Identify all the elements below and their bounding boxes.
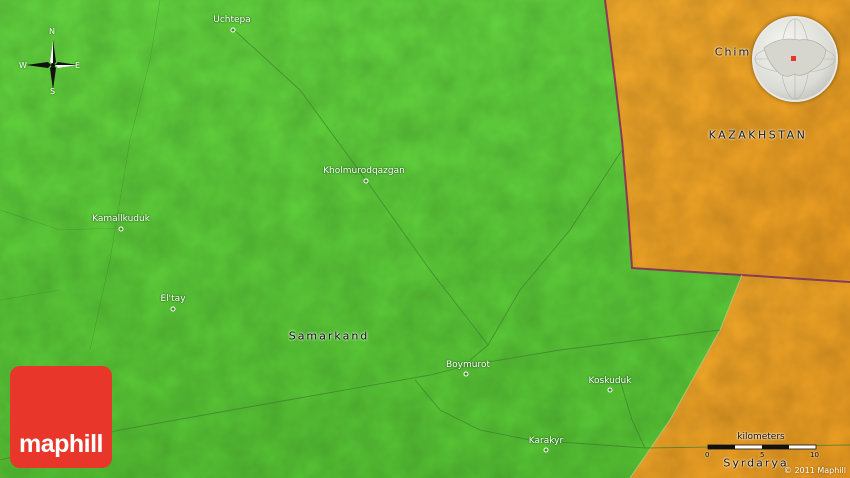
region-label-samarkand[interactable]: Samarkand xyxy=(289,330,370,343)
place-marker xyxy=(607,387,613,393)
place-marker xyxy=(543,447,549,453)
compass-north: N xyxy=(49,27,55,36)
maphill-logo[interactable]: maphill xyxy=(10,366,112,468)
place-label-boymurot[interactable]: Boymurot xyxy=(446,360,490,370)
place-label-kholmurodqazgan[interactable]: Kholmurodqazgan xyxy=(323,166,405,176)
compass-west: W xyxy=(19,61,27,70)
scale-bar: kilometers 0 5 10 xyxy=(705,432,823,460)
scale-tick-10: 10 xyxy=(810,451,819,459)
place-marker xyxy=(363,178,369,184)
place-marker xyxy=(463,371,469,377)
globe-locator-icon[interactable] xyxy=(752,16,838,102)
compass-rose-icon: N S E W xyxy=(18,27,88,100)
country-label-kazakhstan[interactable]: KAZAKHSTAN xyxy=(709,129,808,142)
compass-south: S xyxy=(50,87,56,96)
map-view[interactable]: Uchtepa Kholmurodqazgan Kamallkuduk El't… xyxy=(0,0,850,478)
place-marker xyxy=(118,226,124,232)
place-label-koskuduk[interactable]: Koskuduk xyxy=(589,376,632,386)
place-label-chim[interactable]: Chim xyxy=(715,46,751,59)
place-label-uchtepa[interactable]: Uchtepa xyxy=(213,15,251,25)
place-label-karakyr[interactable]: Karakyr xyxy=(529,436,563,446)
scale-tick-0: 0 xyxy=(705,451,710,459)
copyright-notice: © 2011 Maphill xyxy=(783,466,846,475)
map-base xyxy=(0,0,850,478)
scale-tick-5: 5 xyxy=(760,451,765,459)
globe-graphic xyxy=(754,18,836,100)
place-label-eltay[interactable]: El'tay xyxy=(160,294,185,304)
place-label-kamallkuduk[interactable]: Kamallkuduk xyxy=(92,214,150,224)
place-marker xyxy=(230,27,236,33)
compass-east: E xyxy=(75,61,81,70)
place-marker xyxy=(170,306,176,312)
logo-text: maphill xyxy=(18,430,104,458)
